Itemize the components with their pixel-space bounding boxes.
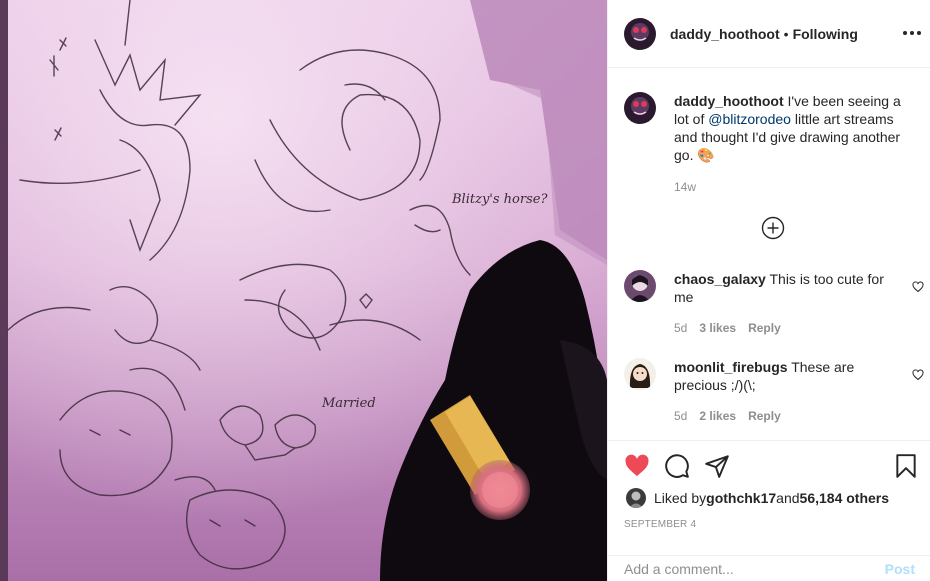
- comment-input[interactable]: [624, 561, 885, 577]
- comment-item: chaos_galaxy This is too cute for me 5d …: [624, 270, 924, 337]
- add-comment-bar: Post: [608, 555, 930, 581]
- post-comment-button[interactable]: Post: [885, 561, 915, 577]
- post-footer: Liked by gothchk17 and 56,184 others SEP…: [608, 440, 930, 581]
- comment-body: chaos_galaxy This is too cute for me 5d …: [674, 270, 902, 337]
- caption-mention-link[interactable]: @blitzorodeo: [708, 111, 791, 127]
- post-caption: daddy_hoothoot I've been seeing a lot of…: [624, 92, 919, 196]
- comment-time[interactable]: 5d: [674, 319, 687, 337]
- liked-by-prefix: Liked by: [654, 490, 707, 506]
- post-date[interactable]: SEPTEMBER 4: [624, 519, 696, 530]
- comment-heart-icon[interactable]: [912, 280, 924, 293]
- author-avatar[interactable]: [624, 17, 656, 50]
- comment-username[interactable]: chaos_galaxy: [674, 271, 766, 287]
- comment-item: moonlit_firebugs These are precious ;/)(…: [624, 358, 924, 425]
- comment-icon[interactable]: [664, 453, 690, 479]
- caption-text: daddy_hoothoot I've been seeing a lot of…: [674, 92, 919, 196]
- likes-count[interactable]: 56,184 others: [800, 490, 890, 506]
- post-sidebar: daddy_hoothoot • Following daddy_hoothoo…: [607, 0, 930, 581]
- commenter-avatar[interactable]: [624, 358, 656, 390]
- liked-by-user[interactable]: gothchk17: [706, 490, 776, 506]
- liked-by-and: and: [776, 490, 800, 506]
- comment-heart-icon[interactable]: [912, 368, 924, 381]
- comment-meta: 5d 2 likes Reply: [674, 407, 902, 425]
- reply-button[interactable]: Reply: [748, 319, 781, 337]
- comment-body: moonlit_firebugs These are precious ;/)(…: [674, 358, 902, 425]
- liked-by-row: Liked by gothchk17 and 56,184 others: [626, 488, 889, 508]
- bookmark-icon[interactable]: [893, 453, 919, 479]
- comment-username[interactable]: moonlit_firebugs: [674, 359, 788, 375]
- caption-avatar[interactable]: [624, 92, 656, 124]
- palette-emoji: 🎨: [697, 147, 715, 163]
- post-modal: Blitzy's horse? Married daddy_hoothoot •…: [0, 0, 930, 581]
- following-button[interactable]: Following: [793, 26, 858, 42]
- comment-time[interactable]: 5d: [674, 407, 687, 425]
- more-horizontal-icon[interactable]: [903, 24, 921, 42]
- caption-username[interactable]: daddy_hoothoot: [674, 93, 784, 109]
- comment-likes[interactable]: 3 likes: [699, 319, 736, 337]
- artwork-illustration: [0, 0, 607, 581]
- separator-dot: •: [783, 25, 789, 42]
- comment-meta: 5d 3 likes Reply: [674, 319, 902, 337]
- sketch-note-horse: Blitzy's horse?: [452, 192, 548, 207]
- paper-plane-icon[interactable]: [704, 453, 730, 479]
- comment-likes[interactable]: 2 likes: [699, 407, 736, 425]
- plus-circle-icon[interactable]: [761, 216, 785, 240]
- commenter-avatar[interactable]: [624, 270, 656, 302]
- post-header: daddy_hoothoot • Following: [608, 0, 930, 68]
- sketch-note-married: Married: [322, 396, 376, 411]
- comments-list: daddy_hoothoot I've been seeing a lot of…: [608, 68, 930, 440]
- reply-button[interactable]: Reply: [748, 407, 781, 425]
- heart-filled-icon[interactable]: [624, 453, 650, 479]
- caption-time[interactable]: 14w: [674, 178, 919, 196]
- action-bar: [624, 453, 919, 479]
- liker-avatar[interactable]: [626, 488, 646, 508]
- author-username[interactable]: daddy_hoothoot: [670, 26, 780, 42]
- post-image[interactable]: Blitzy's horse? Married: [0, 0, 607, 581]
